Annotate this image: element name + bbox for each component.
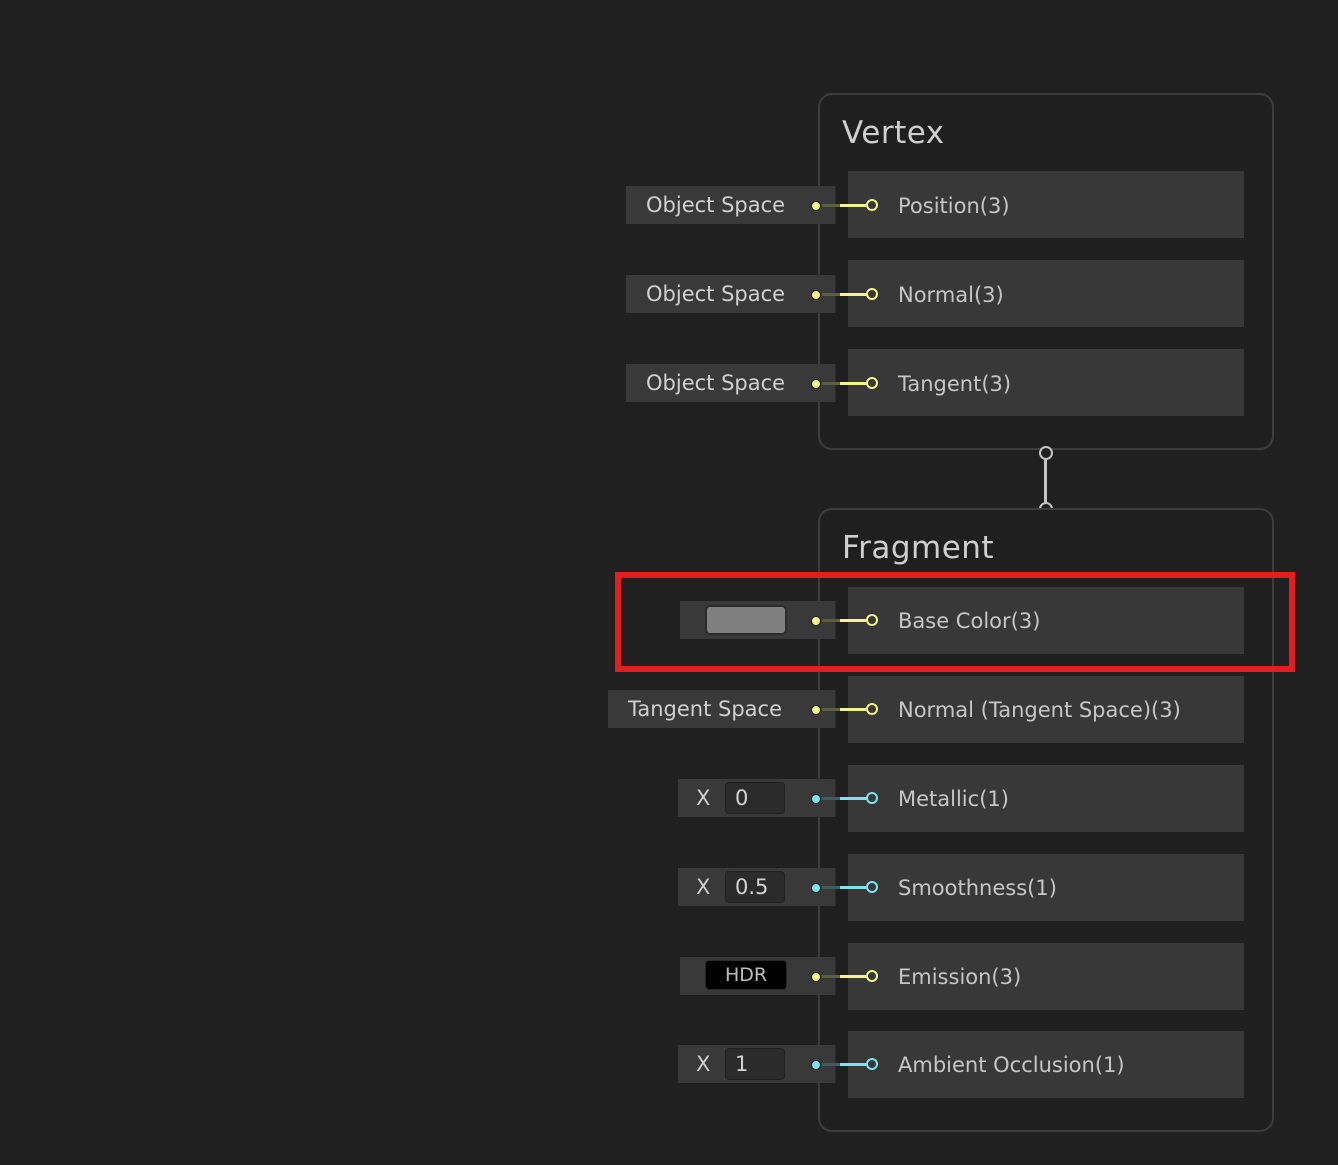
metallic-axis-label: X — [696, 786, 711, 810]
emission-input-port[interactable] — [866, 970, 878, 982]
smoothness-wire — [822, 886, 842, 889]
smoothness-value-input[interactable]: 0.5 — [725, 871, 785, 903]
vertex-output-flow-port[interactable] — [1039, 446, 1053, 460]
smoothness-label: Smoothness(1) — [898, 876, 1057, 900]
position-space-label: Object Space — [646, 193, 786, 217]
normal-space-dropdown[interactable]: Object Space — [626, 275, 836, 313]
emission-label: Emission(3) — [898, 965, 1022, 989]
ambient-occlusion-input-port[interactable] — [866, 1058, 878, 1070]
smoothness-wire-active — [840, 886, 868, 889]
ambient-occlusion-wire — [822, 1063, 842, 1066]
ambient-occlusion-wire-active — [840, 1063, 868, 1066]
smoothness-input-port[interactable] — [866, 881, 878, 893]
normal-ts-space-dropdown[interactable]: Tangent Space — [608, 690, 836, 728]
normal-ts-space-label: Tangent Space — [628, 697, 782, 721]
normal-ts-inline-port[interactable] — [811, 705, 821, 715]
position-wire — [822, 204, 842, 207]
ambient-occlusion-value-input[interactable]: 1 — [725, 1048, 785, 1080]
emission-hdr-color-field[interactable]: HDR — [705, 960, 787, 990]
normal-ts-wire-active — [840, 708, 868, 711]
normal-wire — [822, 293, 842, 296]
tangent-wire — [822, 382, 842, 385]
normal-input-port[interactable] — [866, 288, 878, 300]
metallic-inline-port[interactable] — [811, 794, 821, 804]
base-color-highlight-box — [615, 572, 1295, 672]
master-stack: Vertex Object Space Position(3) Object S… — [0, 0, 1338, 1165]
normal-ts-label: Normal (Tangent Space)(3) — [898, 698, 1181, 722]
position-wire-active — [840, 204, 868, 207]
context-flow-line — [1044, 458, 1047, 503]
normal-wire-active — [840, 293, 868, 296]
normal-label: Normal(3) — [898, 283, 1004, 307]
position-inline-port[interactable] — [811, 201, 821, 211]
metallic-wire — [822, 797, 842, 800]
metallic-label: Metallic(1) — [898, 787, 1009, 811]
normal-inline-port[interactable] — [811, 290, 821, 300]
ambient-occlusion-axis-label: X — [696, 1052, 711, 1076]
position-label: Position(3) — [898, 194, 1010, 218]
normal-ts-wire — [822, 708, 842, 711]
fragment-context-title: Fragment — [842, 530, 995, 566]
vertex-context-title: Vertex — [842, 115, 945, 151]
metallic-value-input[interactable]: 0 — [725, 782, 785, 814]
tangent-space-dropdown[interactable]: Object Space — [626, 364, 836, 402]
emission-wire — [822, 975, 842, 978]
position-space-dropdown[interactable]: Object Space — [626, 186, 836, 224]
tangent-label: Tangent(3) — [898, 372, 1012, 396]
tangent-wire-active — [840, 382, 868, 385]
tangent-inline-port[interactable] — [811, 379, 821, 389]
smoothness-axis-label: X — [696, 875, 711, 899]
metallic-input-port[interactable] — [866, 792, 878, 804]
ambient-occlusion-inline-port[interactable] — [811, 1060, 821, 1070]
emission-inline-port[interactable] — [811, 972, 821, 982]
ambient-occlusion-label: Ambient Occlusion(1) — [898, 1053, 1125, 1077]
normal-ts-input-port[interactable] — [866, 703, 878, 715]
tangent-input-port[interactable] — [866, 377, 878, 389]
emission-wire-active — [840, 975, 868, 978]
metallic-wire-active — [840, 797, 868, 800]
position-input-port[interactable] — [866, 199, 878, 211]
normal-space-label: Object Space — [646, 282, 786, 306]
tangent-space-label: Object Space — [646, 371, 786, 395]
smoothness-inline-port[interactable] — [811, 883, 821, 893]
